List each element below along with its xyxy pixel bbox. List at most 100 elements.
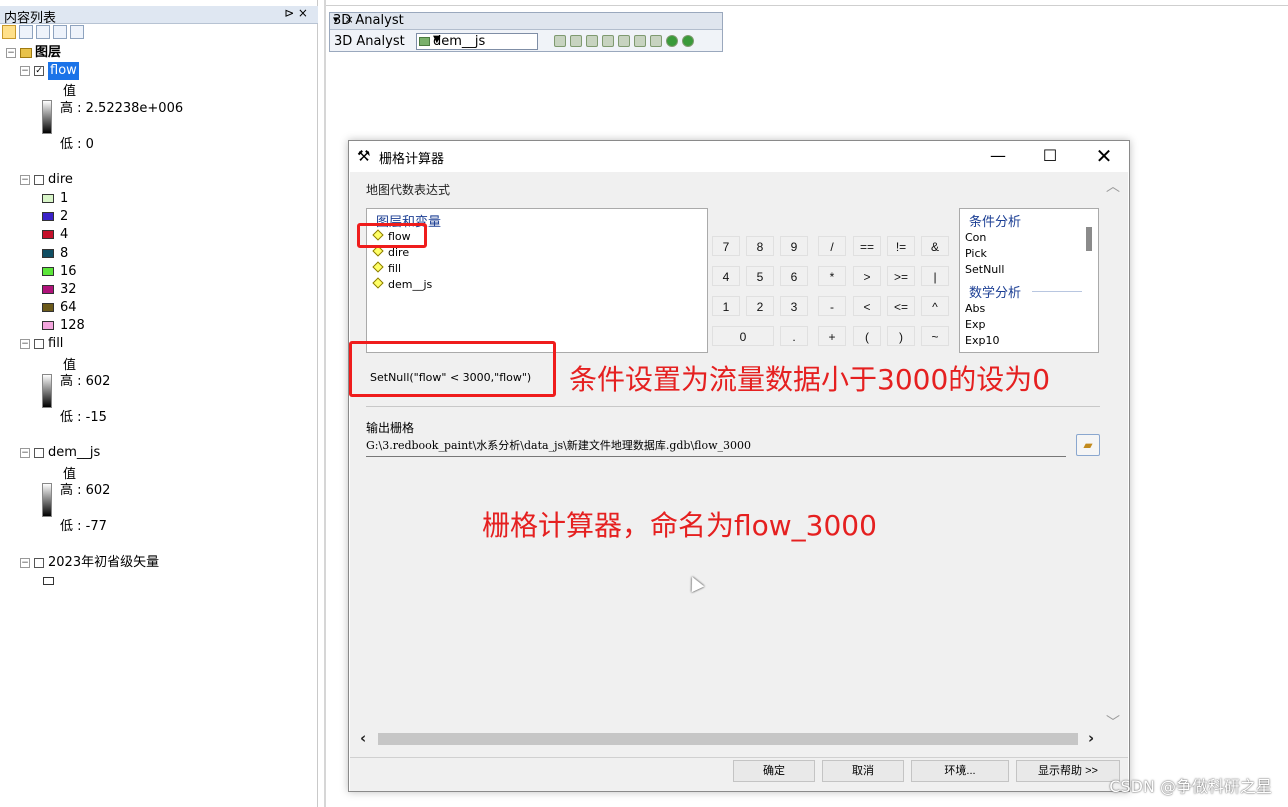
expand-section-icon[interactable]: ﹀ xyxy=(1106,712,1120,732)
toolbar-window-controls[interactable]: ▾× xyxy=(333,13,717,26)
pin-close-controls[interactable]: ⊳ × xyxy=(284,6,308,20)
function-list-scrollbar[interactable] xyxy=(1086,227,1092,251)
show-help-button[interactable]: 显示帮助 >> xyxy=(1016,760,1120,782)
operator-key[interactable]: 0 xyxy=(712,326,774,346)
operator-key[interactable]: 7 xyxy=(712,236,740,256)
legend-swatch[interactable] xyxy=(42,285,54,294)
layer-name[interactable]: flow xyxy=(48,62,79,80)
operator-key[interactable]: 3 xyxy=(780,296,808,316)
arcglobe-icon[interactable] xyxy=(666,35,678,47)
operator-key[interactable]: 4 xyxy=(712,266,740,286)
output-raster-input[interactable]: G:\3.redbook_paint\水系分析\data_js\新建文件地理数据… xyxy=(366,439,1066,457)
scroll-left-icon[interactable]: ‹ xyxy=(360,729,366,747)
operator-key[interactable]: 6 xyxy=(780,266,808,286)
operator-key[interactable]: ^ xyxy=(921,296,949,316)
operator-key[interactable]: 9 xyxy=(780,236,808,256)
layer-combo[interactable]: dem__js ▼ xyxy=(416,33,538,50)
legend-swatch[interactable] xyxy=(42,230,54,240)
operator-key[interactable]: < xyxy=(853,296,881,316)
list-by-source-icon[interactable] xyxy=(19,25,33,39)
layer-name[interactable]: fill xyxy=(48,335,63,353)
layer-name[interactable]: dem__js xyxy=(48,444,100,462)
toolbar-caption[interactable]: 3D Analyst ▾× xyxy=(330,13,722,30)
close-icon[interactable]: ✕ xyxy=(1093,145,1115,167)
interpolate-point-icon[interactable] xyxy=(602,35,614,47)
function-list[interactable]: 条件分析 Con Pick SetNull 数学分析 Abs Exp Exp10 xyxy=(959,208,1099,353)
browse-folder-icon[interactable]: ▰ xyxy=(1076,434,1100,456)
function-item[interactable]: Exp10 xyxy=(965,334,999,347)
collapse-icon[interactable]: − xyxy=(20,448,30,458)
operator-key[interactable]: >= xyxy=(887,266,915,286)
collapse-icon[interactable]: − xyxy=(20,339,30,349)
operator-key[interactable]: <= xyxy=(887,296,915,316)
variable-item[interactable]: dem__js xyxy=(372,277,432,293)
operator-key[interactable]: == xyxy=(853,236,881,256)
collapse-section-icon[interactable]: ︿ xyxy=(1106,176,1120,196)
layer-dem-js[interactable]: − dem__js xyxy=(0,444,318,462)
ok-button[interactable]: 确定 xyxy=(733,760,815,782)
layer-visibility-checkbox[interactable] xyxy=(34,339,44,349)
operator-key[interactable]: 8 xyxy=(746,236,774,256)
interpolate-line-icon[interactable] xyxy=(618,35,630,47)
operator-key[interactable]: . xyxy=(780,326,808,346)
layer-dire[interactable]: − dire xyxy=(0,171,318,189)
dialog-title-bar[interactable]: ⚒ 栅格计算器 — ☐ ✕ xyxy=(349,141,1129,171)
collapse-icon[interactable]: − xyxy=(20,558,30,568)
operator-key[interactable]: > xyxy=(853,266,881,286)
operator-key[interactable]: * xyxy=(818,266,846,286)
3d-analyst-menu[interactable]: 3D Analyst xyxy=(334,34,405,49)
operator-key[interactable]: 5 xyxy=(746,266,774,286)
cancel-button[interactable]: 取消 xyxy=(822,760,904,782)
operator-key[interactable]: ) xyxy=(887,326,915,346)
chevron-down-icon[interactable]: ▼ xyxy=(433,34,551,45)
collapse-icon[interactable]: − xyxy=(6,48,16,58)
operator-key[interactable]: - xyxy=(818,296,846,316)
operator-key[interactable]: / xyxy=(818,236,846,256)
layer-flow[interactable]: − ✓ flow xyxy=(0,62,318,80)
operator-key[interactable]: | xyxy=(921,266,949,286)
function-item[interactable]: Abs xyxy=(965,302,985,315)
function-item[interactable]: Exp xyxy=(965,318,985,331)
operator-key[interactable]: 2 xyxy=(746,296,774,316)
maximize-icon[interactable]: ☐ xyxy=(1039,145,1061,167)
legend-swatch[interactable] xyxy=(42,194,54,203)
legend-swatch[interactable] xyxy=(42,321,54,331)
collapse-icon[interactable]: − xyxy=(20,175,30,185)
legend-swatch[interactable] xyxy=(42,266,54,276)
layer-visibility-checkbox[interactable]: ✓ xyxy=(34,66,44,76)
steepest-path-icon[interactable] xyxy=(570,35,582,47)
operator-key[interactable]: + xyxy=(818,326,846,346)
profile-graph-icon[interactable] xyxy=(650,35,662,47)
options-icon[interactable] xyxy=(70,25,84,39)
layers-root[interactable]: − 图层 xyxy=(0,44,318,62)
scroll-right-icon[interactable]: › xyxy=(1088,729,1094,747)
arcscene-icon[interactable] xyxy=(682,35,694,47)
operator-key[interactable]: 1 xyxy=(712,296,740,316)
function-item[interactable]: Con xyxy=(965,231,986,244)
layer-fill[interactable]: − fill xyxy=(0,335,318,353)
operator-key[interactable]: & xyxy=(921,236,949,256)
layer-visibility-checkbox[interactable] xyxy=(34,448,44,458)
operator-key[interactable]: ~ xyxy=(921,326,949,346)
legend-swatch[interactable] xyxy=(42,212,54,222)
legend-swatch[interactable] xyxy=(42,303,54,313)
collapse-icon[interactable]: − xyxy=(20,66,30,76)
scrollbar-thumb[interactable] xyxy=(378,733,1078,745)
layer-visibility-checkbox[interactable] xyxy=(34,175,44,185)
panel-divider[interactable] xyxy=(324,0,326,807)
list-by-drawing-order-icon[interactable] xyxy=(2,25,16,39)
function-item[interactable]: Pick xyxy=(965,247,987,260)
layer-name[interactable]: dire xyxy=(48,171,73,189)
function-item[interactable]: SetNull xyxy=(965,263,1004,276)
list-by-visibility-icon[interactable] xyxy=(36,25,50,39)
line-of-sight-icon[interactable] xyxy=(586,35,598,47)
legend-swatch[interactable] xyxy=(42,248,54,258)
layer-visibility-checkbox[interactable] xyxy=(34,558,44,568)
operator-key[interactable]: ( xyxy=(853,326,881,346)
environments-button[interactable]: 环境... xyxy=(911,760,1009,782)
horizontal-scrollbar[interactable]: ‹ › xyxy=(358,729,1102,747)
layer-name[interactable]: 2023年初省级矢量 xyxy=(48,554,159,572)
layer-province-vector[interactable]: − 2023年初省级矢量 xyxy=(0,554,318,572)
variable-item[interactable]: fill xyxy=(372,261,401,277)
operator-key[interactable]: != xyxy=(887,236,915,256)
